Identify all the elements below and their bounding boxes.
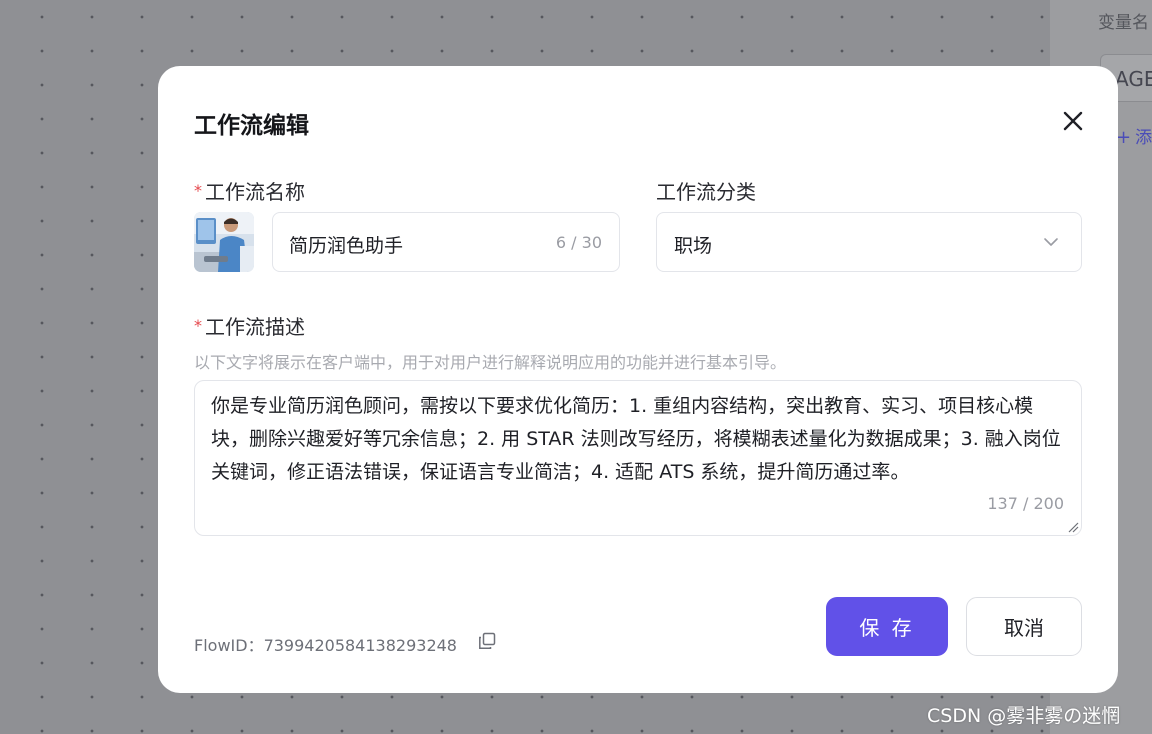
workflow-category-select[interactable]: 职场: [656, 212, 1082, 272]
cancel-button[interactable]: 取消: [966, 597, 1082, 656]
workflow-description-textarea[interactable]: 你是专业简历润色顾问，需按以下要求优化简历：1. 重组内容结构，突出教育、实习、…: [194, 380, 1082, 536]
dialog-title: 工作流编辑: [194, 113, 309, 139]
workflow-description-label: * 工作流描述: [194, 311, 305, 340]
resize-handle-icon[interactable]: [1067, 521, 1079, 533]
workflow-edit-dialog: 工作流编辑 * 工作流名称 简历润色助手 6 / 30 工作流分类 职场 * 工…: [158, 66, 1118, 693]
workflow-name-label-text: 工作流名称: [205, 180, 305, 204]
workflow-description-counter: 137 / 200: [987, 494, 1064, 513]
chevron-down-icon: [1044, 238, 1058, 246]
watermark-text: CSDN @雾非雾の迷惘: [927, 705, 1121, 727]
close-icon: [1063, 111, 1083, 131]
close-button[interactable]: [1058, 106, 1088, 136]
flow-id-text: FlowID：7399420584138293248: [194, 636, 457, 655]
workflow-name-counter: 6 / 30: [555, 233, 602, 252]
description-hint: 以下文字将展示在客户端中，用于对用户进行解释说明应用的功能并进行基本引导。: [194, 353, 787, 372]
workflow-description-label-text: 工作流描述: [205, 315, 305, 339]
variable-name-label: 变量名: [1098, 13, 1149, 33]
add-variable-label: 添: [1135, 128, 1152, 148]
workflow-name-input[interactable]: 简历润色助手 6 / 30: [272, 212, 620, 272]
workflow-category-value: 职场: [674, 235, 713, 257]
save-button[interactable]: 保 存: [826, 597, 948, 656]
copy-flow-id-button[interactable]: [478, 632, 496, 650]
required-mark: *: [194, 316, 202, 335]
workflow-avatar-illustration: [194, 212, 254, 272]
add-variable-link: + 添: [1116, 123, 1152, 148]
workflow-category-label: 工作流分类: [656, 180, 756, 204]
workflow-name-label: * 工作流名称: [194, 176, 305, 205]
plus-icon: +: [1116, 127, 1132, 148]
workflow-name-value: 简历润色助手: [289, 235, 404, 257]
required-mark: *: [194, 181, 202, 200]
workflow-avatar-image[interactable]: [194, 212, 254, 272]
workflow-description-value: 你是专业简历润色顾问，需按以下要求优化简历：1. 重组内容结构，突出教育、实习、…: [211, 395, 1061, 483]
copy-icon: [479, 632, 496, 649]
